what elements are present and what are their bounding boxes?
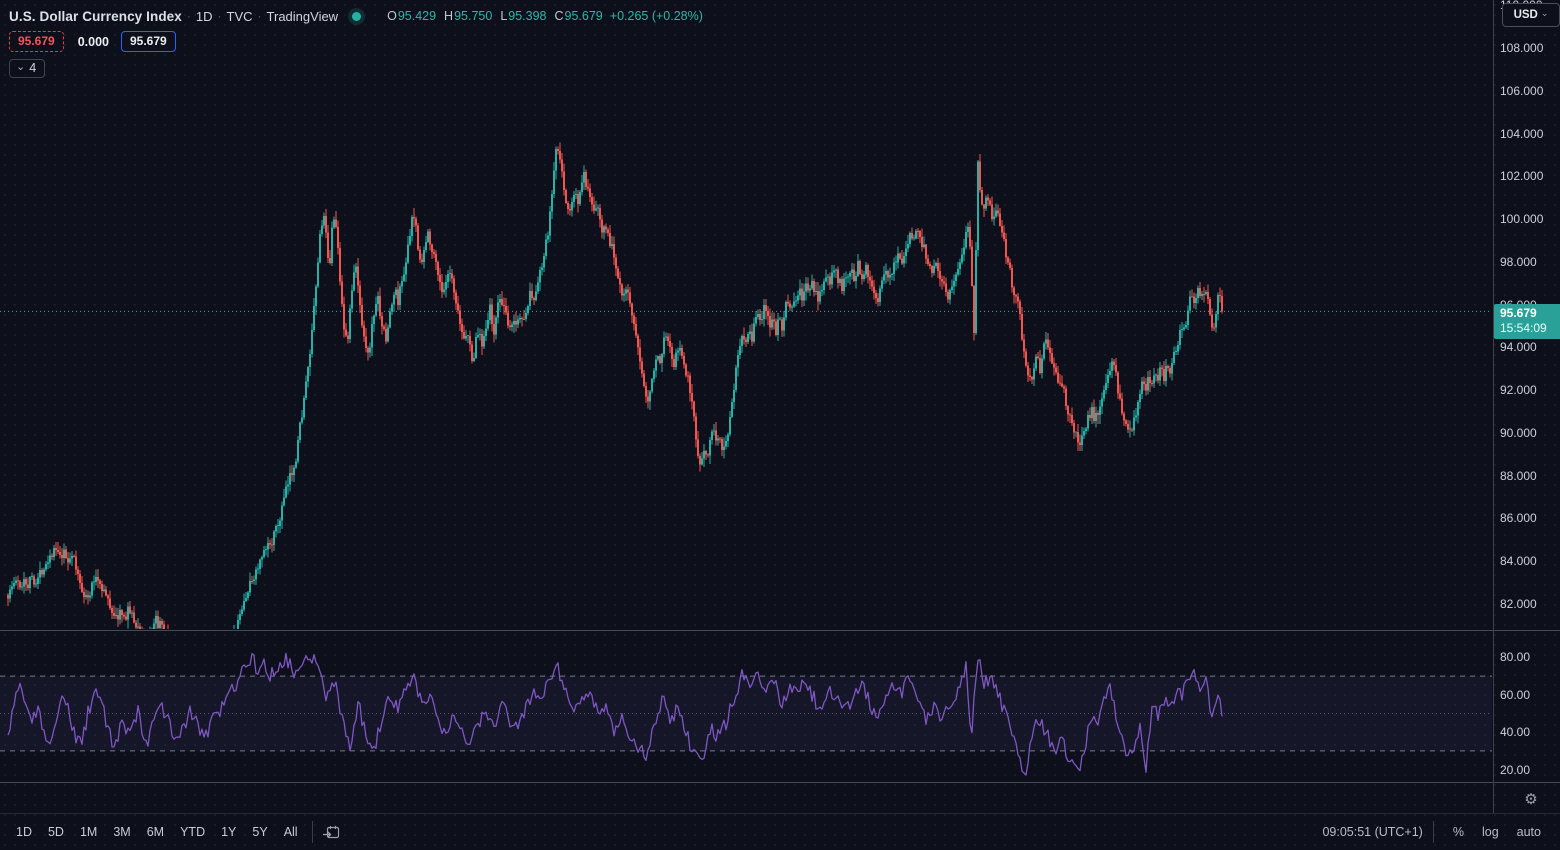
percent-scale-button[interactable]: % <box>1444 822 1473 842</box>
low-value: 95.398 <box>508 9 546 23</box>
close-value: 95.679 <box>565 9 603 23</box>
toolbar-right-group: 09:05:51 (UTC+1) % log auto <box>1322 821 1550 843</box>
currency-selector-button[interactable]: USD ⌄ <box>1502 3 1560 27</box>
pnl-value: 0.000 <box>78 35 109 49</box>
close-label: C <box>555 9 564 23</box>
rsi-tick-label: 40.00 <box>1500 725 1530 739</box>
toolbar-divider <box>312 821 313 843</box>
provider-label: TradingView <box>267 9 339 24</box>
legend-separator: · <box>218 9 222 23</box>
high-label: H <box>444 9 453 23</box>
time-axis[interactable]: 2013201420152016201720182019202020212022… <box>0 783 1492 813</box>
price-tick-label: 98.000 <box>1500 255 1537 269</box>
price-tick-label: 104.000 <box>1500 127 1543 141</box>
price-label-row: 95.679 0.000 95.679 <box>9 31 176 52</box>
axis-settings-gear-icon[interactable]: ⚙ <box>1519 789 1543 809</box>
rsi-tick-label: 20.00 <box>1500 763 1530 777</box>
legend-separator: · <box>187 9 191 23</box>
price-tick-label: 92.000 <box>1500 383 1537 397</box>
range-button-1d[interactable]: 1D <box>8 822 40 842</box>
candlestick-series <box>8 142 1222 669</box>
market-status-icon <box>352 12 361 21</box>
open-value: 95.429 <box>398 9 436 23</box>
calendar-icon <box>322 823 341 842</box>
auto-scale-button[interactable]: auto <box>1508 822 1550 842</box>
price-tick-label: 90.000 <box>1500 426 1537 440</box>
toolbar-divider <box>1433 821 1434 843</box>
tradingview-chart-window: U.S. Dollar Currency Index · 1D · TVC · … <box>0 0 1560 850</box>
indicator-collapse-button[interactable]: ⌄ 4 <box>9 59 45 78</box>
rsi-tick-label: 60.00 <box>1500 688 1530 702</box>
entry-price-label[interactable]: 95.679 <box>121 31 176 52</box>
chevron-down-icon: ⌄ <box>16 60 25 73</box>
go-to-date-button[interactable] <box>319 821 345 843</box>
bar-countdown: 15:54:09 <box>1500 321 1560 336</box>
stop-price-label[interactable]: 95.679 <box>9 31 64 52</box>
price-tick-label: 84.000 <box>1500 554 1537 568</box>
price-tick-label: 94.000 <box>1500 340 1537 354</box>
interval-label: 1D <box>196 9 213 24</box>
change-value: +0.265 (+0.28%) <box>610 9 703 23</box>
low-label: L <box>500 9 507 23</box>
range-button-ytd[interactable]: YTD <box>172 822 213 842</box>
chevron-down-icon: ⌄ <box>1541 8 1549 19</box>
log-scale-button[interactable]: log <box>1473 822 1508 842</box>
open-label: O <box>387 9 397 23</box>
range-button-1y[interactable]: 1Y <box>213 822 244 842</box>
currency-label: USD <box>1514 9 1538 21</box>
last-price-value: 95.679 <box>1500 306 1560 321</box>
range-button-6m[interactable]: 6M <box>139 822 172 842</box>
price-tick-label: 102.000 <box>1500 169 1543 183</box>
price-axis-border <box>1493 0 1494 813</box>
range-button-5d[interactable]: 5D <box>40 822 72 842</box>
date-range-buttons: 1D5D1M3M6MYTD1Y5YAll <box>8 822 306 842</box>
rsi-tick-label: 80.00 <box>1500 650 1530 664</box>
range-button-3m[interactable]: 3M <box>105 822 138 842</box>
price-tick-label: 106.000 <box>1500 84 1543 98</box>
price-tick-label: 108.000 <box>1500 41 1543 55</box>
price-tick-label: 88.000 <box>1500 469 1537 483</box>
high-value: 95.750 <box>454 9 492 23</box>
symbol-legend[interactable]: U.S. Dollar Currency Index · 1D · TVC · … <box>9 5 703 27</box>
range-button-5y[interactable]: 5Y <box>244 822 275 842</box>
bottom-toolbar: 1D5D1M3M6MYTD1Y5YAll 09:05:51 (UTC+1) % … <box>0 814 1560 850</box>
rsi-axis[interactable]: 80.00 60.00 40.00 20.00 <box>1493 631 1560 782</box>
last-price-badge: 95.679 15:54:09 <box>1494 304 1560 339</box>
clock-timezone-button[interactable]: 09:05:51 (UTC+1) <box>1322 825 1422 839</box>
range-button-all[interactable]: All <box>276 822 306 842</box>
chart-canvas[interactable] <box>0 0 1560 850</box>
symbol-title: U.S. Dollar Currency Index <box>9 9 182 24</box>
price-tick-label: 86.000 <box>1500 511 1537 525</box>
price-tick-label: 100.000 <box>1500 212 1543 226</box>
indicator-count: 4 <box>29 61 36 75</box>
legend-separator: · <box>258 9 262 23</box>
range-button-1m[interactable]: 1M <box>72 822 105 842</box>
price-tick-label: 82.000 <box>1500 597 1537 611</box>
exchange-label: TVC <box>227 9 253 24</box>
ohlc-values: O95.429 H95.750 L95.398 C95.679 +0.265 (… <box>379 9 703 23</box>
